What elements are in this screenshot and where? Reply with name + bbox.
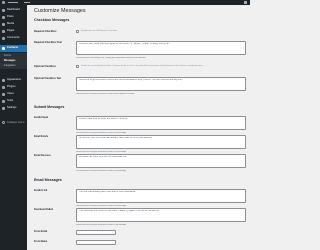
sidebar-item-contacts[interactable]: Contacts xyxy=(0,45,27,52)
site-name-link[interactable] xyxy=(8,2,18,3)
wordpress-logo-icon[interactable] xyxy=(2,1,5,4)
field-description: Please enter the text you would like to … xyxy=(76,93,135,95)
sidebar-item-users[interactable]: Users xyxy=(0,91,27,98)
appearance-icon xyxy=(2,79,5,82)
pages-icon xyxy=(2,30,5,33)
section-title-submit-messages: Submit Messages xyxy=(34,105,65,109)
from-name-field[interactable] xyxy=(76,240,116,245)
required-checkbox-text-input[interactable]: I confirm that I have read and agree to … xyxy=(76,41,246,55)
sidebar-item-label: Contacts xyxy=(7,46,19,49)
sidebar-item-label: Settings xyxy=(7,106,17,109)
sidebar-item-label: Users xyxy=(7,92,14,95)
comments-icon xyxy=(2,37,5,40)
sidebar-item-label: Tools xyxy=(7,99,14,102)
optional-checkbox-text-label: Optional Checkbox Text xyxy=(34,77,62,80)
invalid-input-label: Invalid Input xyxy=(34,116,49,119)
sidebar-item-dashboard[interactable]: Dashboard xyxy=(0,7,27,14)
sidebar-item-comments[interactable]: Comments xyxy=(0,35,27,42)
settings-icon xyxy=(2,107,5,110)
optional-checkbox-label: Optional Checkbox xyxy=(34,65,56,68)
invalid-link-label: Invalid Link xyxy=(34,189,48,192)
email-success-label: Email Success xyxy=(34,154,51,157)
admin-sidebar: Dashboard Posts Media Pages Comments Con… xyxy=(0,5,27,250)
new-content-link[interactable] xyxy=(24,2,30,3)
optional-checkbox-text: Enable the use of optional checkbox. If … xyxy=(81,65,204,67)
posts-icon xyxy=(2,16,5,19)
required-checkbox-label: Required Checkbox xyxy=(34,30,57,33)
required-checkbox-text: Enable the use of Required checkbox xyxy=(81,30,118,32)
optional-checkbox-control: Enable the use of optional checkbox. If … xyxy=(76,65,246,69)
field-description: Please enter the text you would like to … xyxy=(76,170,127,172)
from-email-field[interactable] xyxy=(76,230,116,235)
sidebar-item-tools[interactable]: Tools xyxy=(0,98,27,105)
field-value: I confirm that I have read and agree to … xyxy=(79,43,171,45)
sidebar-item-label: Media xyxy=(7,22,15,25)
collapse-menu-button[interactable]: Collapse menu xyxy=(0,120,27,126)
sidebar-item-plugins[interactable]: Plugins xyxy=(0,84,27,91)
field-description: Please enter the text (using HTML is oka… xyxy=(76,57,146,59)
field-description: Please enter the text you would like to … xyxy=(76,224,127,226)
from-name-label: From Name xyxy=(34,240,48,243)
sidebar-item-label: Comments xyxy=(7,36,20,39)
sidebar-item-pages[interactable]: Pages xyxy=(0,28,27,35)
dashboard-icon xyxy=(2,9,5,12)
field-value: Please make sure all fields are filled i… xyxy=(79,118,128,120)
required-checkbox-control: Enable the use of Required checkbox xyxy=(76,30,246,34)
email-exists-field[interactable]: An account with this email has already b… xyxy=(76,135,246,149)
required-checkbox-text-label: Required Checkbox Text xyxy=(34,41,62,44)
sidebar-item-label: Dashboard xyxy=(7,8,20,11)
required-checkbox[interactable] xyxy=(76,30,79,33)
from-email-label: From Email xyxy=(34,230,48,233)
avatar[interactable] xyxy=(244,1,247,4)
field-value: This link has already been used and is n… xyxy=(79,191,136,193)
section-title-email-messages: Email Messages xyxy=(34,178,62,182)
field-value: The download link could not be found. Pl… xyxy=(79,210,160,212)
email-success-field[interactable]: An email has been sent with the download… xyxy=(76,154,246,168)
collapse-menu-label: Collapse menu xyxy=(7,121,25,124)
download-failed-label: Download Failed xyxy=(34,208,53,211)
field-value: Subscribe to get exclusive content and r… xyxy=(79,79,183,81)
optional-checkbox-text-input[interactable]: Subscribe to get exclusive content and r… xyxy=(76,77,246,91)
field-value: An account with this email has already b… xyxy=(79,137,153,139)
optional-checkbox[interactable] xyxy=(76,65,79,68)
invalid-link-field[interactable]: This link has already been used and is n… xyxy=(76,189,246,203)
sidebar-item-settings[interactable]: Settings xyxy=(0,105,27,112)
email-exists-label: Email Exists xyxy=(34,135,49,138)
contacts-submenu: Forms Messages Integration xyxy=(0,53,27,69)
sidebar-item-appearance[interactable]: Appearance xyxy=(0,77,27,84)
collapse-icon xyxy=(2,121,5,124)
section-title-checkbox-messages: Checkbox Messages xyxy=(34,18,70,22)
main-content: Customize Messages Checkbox Messages Req… xyxy=(27,5,250,250)
submenu-item-integration[interactable]: Integration xyxy=(4,64,15,67)
invalid-input-field[interactable]: Please make sure all fields are filled i… xyxy=(76,116,246,130)
plugins-icon xyxy=(2,86,5,89)
sidebar-item-label: Plugins xyxy=(7,85,16,88)
download-failed-field[interactable]: The download link could not be found. Pl… xyxy=(76,208,246,222)
contacts-icon xyxy=(2,47,5,50)
sidebar-item-label: Pages xyxy=(7,29,15,32)
sidebar-item-label: Posts xyxy=(7,15,14,18)
media-icon xyxy=(2,23,5,26)
sidebar-item-media[interactable]: Media xyxy=(0,21,27,28)
users-icon xyxy=(2,93,5,96)
submenu-item-messages[interactable]: Messages xyxy=(4,59,15,62)
field-value: An email has been sent with the download… xyxy=(79,156,127,158)
sidebar-item-posts[interactable]: Posts xyxy=(0,14,27,21)
sidebar-item-label: Appearance xyxy=(7,78,21,81)
submenu-item-forms[interactable]: Forms xyxy=(4,54,11,57)
page-title: Customize Messages xyxy=(34,8,86,14)
tools-icon xyxy=(2,100,5,103)
